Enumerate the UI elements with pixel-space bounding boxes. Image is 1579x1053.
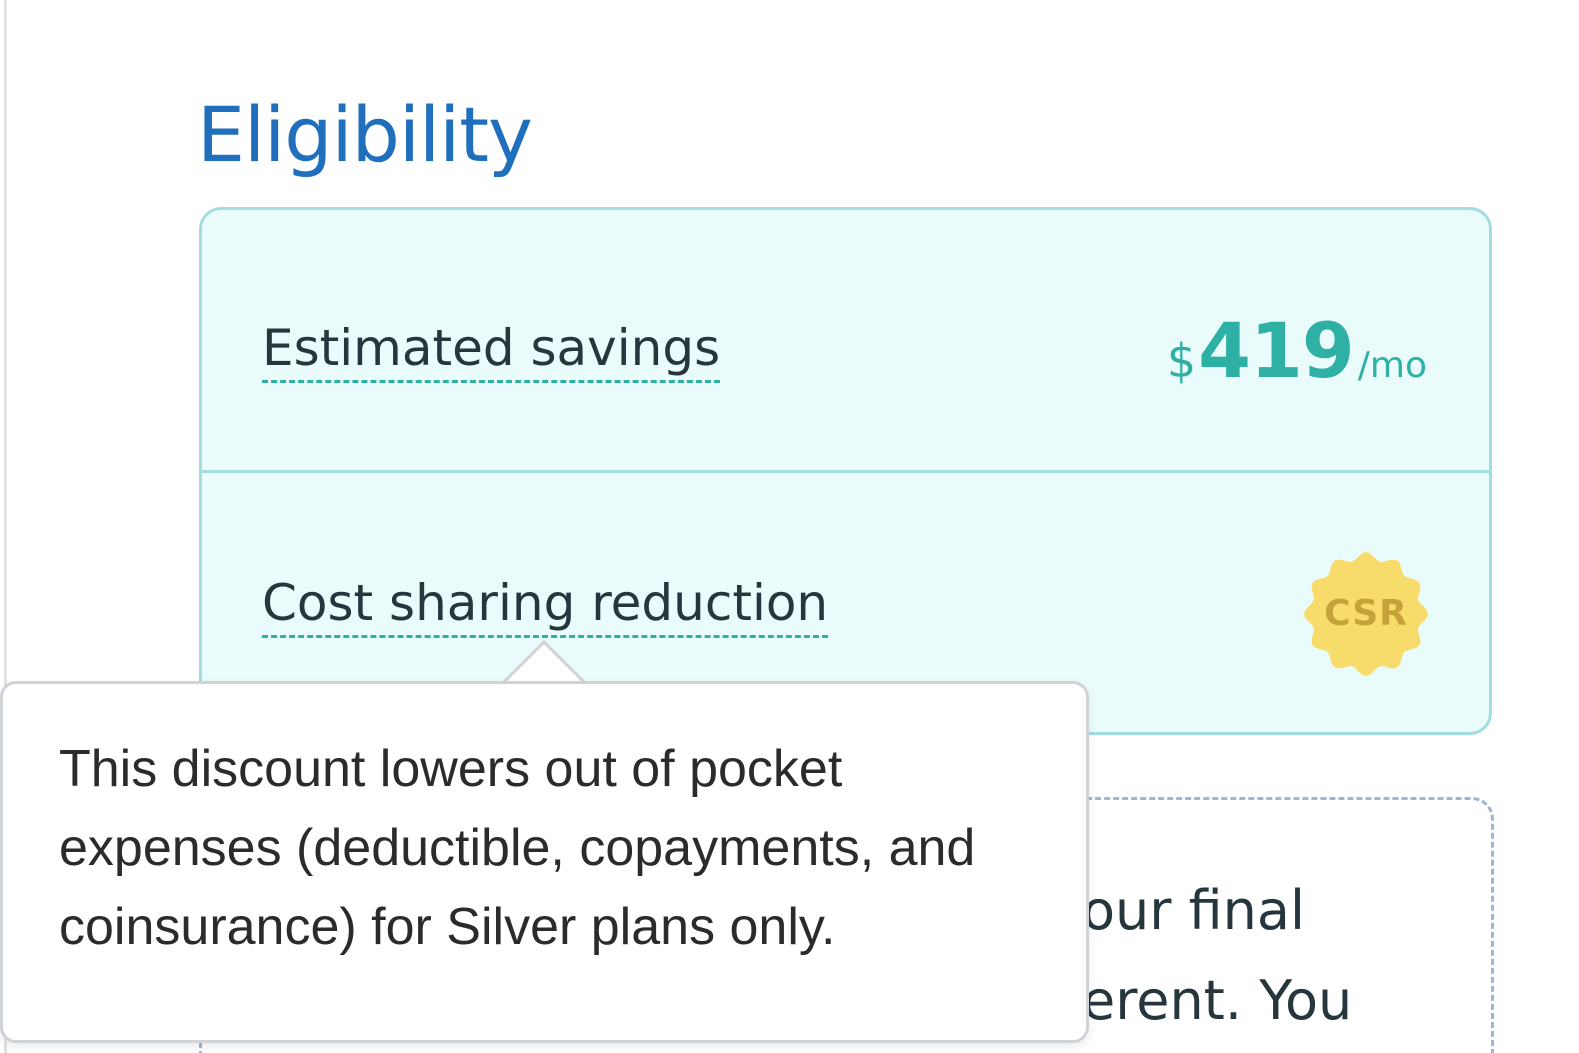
savings-unit: /mo — [1357, 345, 1427, 386]
savings-amount: $ 419 /mo — [1167, 306, 1427, 395]
estimated-savings-label[interactable]: Estimated savings — [262, 318, 721, 383]
page: Eligibility Estimated savings $ 419 /mo … — [0, 0, 1579, 1053]
savings-value: 419 — [1198, 306, 1355, 395]
csr-tooltip: This discount lowers out of pocket expen… — [0, 681, 1089, 1043]
currency-symbol: $ — [1166, 334, 1197, 388]
csr-badge: CSR — [1303, 551, 1429, 677]
tooltip-text: This discount lowers out of pocket expen… — [59, 740, 976, 956]
eligibility-card: Estimated savings $ 419 /mo Cost sharing… — [199, 207, 1492, 735]
tooltip-arrow — [502, 640, 586, 684]
page-title: Eligibility — [197, 89, 533, 179]
csr-badge-text: CSR — [1324, 593, 1408, 634]
estimated-savings-row: Estimated savings $ 419 /mo — [202, 210, 1489, 471]
cost-sharing-reduction-label[interactable]: Cost sharing reduction — [262, 573, 829, 638]
